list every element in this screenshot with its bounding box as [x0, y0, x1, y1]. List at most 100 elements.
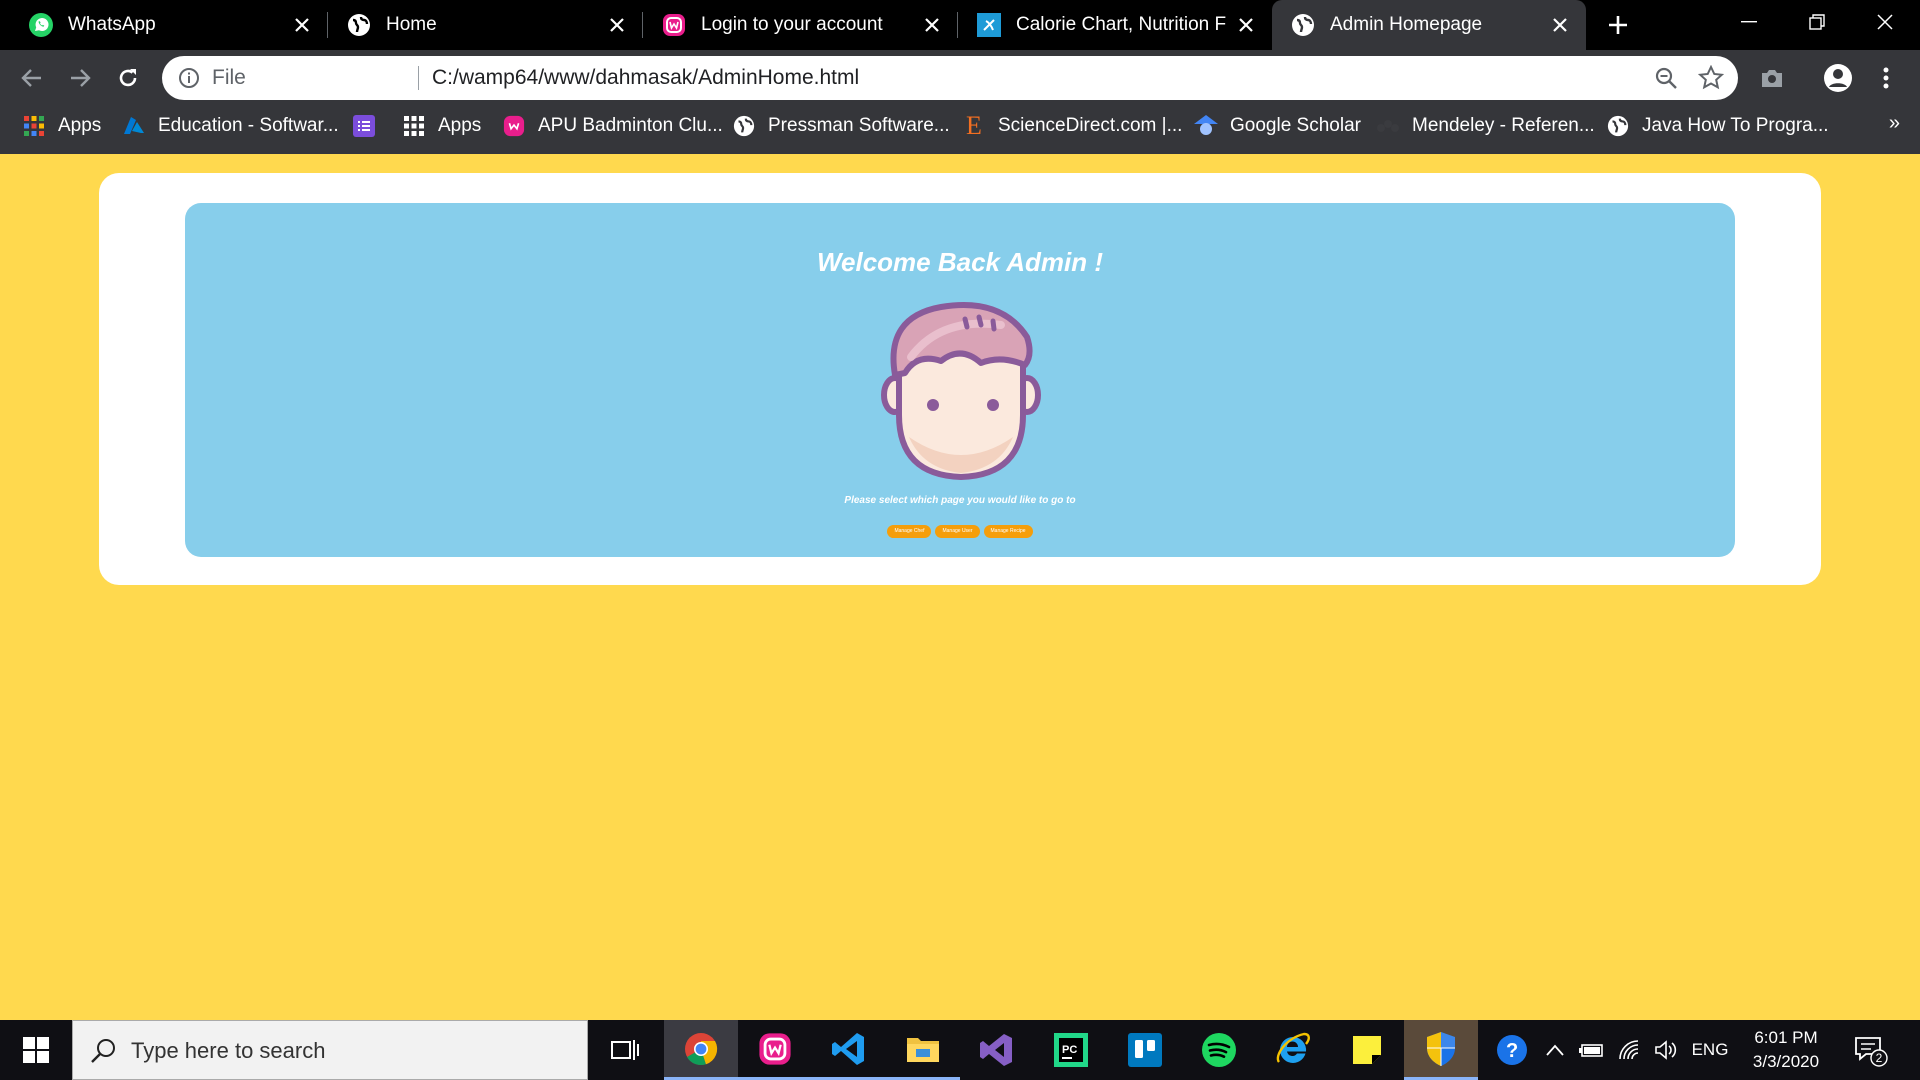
internet-explorer-icon — [1276, 1032, 1310, 1063]
help-tray-button[interactable]: ? — [1490, 1020, 1534, 1080]
clock-time: 6:01 PM — [1754, 1028, 1818, 1047]
azure-icon — [122, 114, 146, 138]
bookmark-google-scholar[interactable]: Google Scholar — [1194, 106, 1361, 146]
input-language[interactable]: ENG — [1686, 1020, 1734, 1080]
globe-icon — [732, 114, 756, 138]
zoom-icon[interactable] — [1654, 66, 1678, 90]
pycharm-icon: PC — [1054, 1033, 1088, 1067]
bookmark-java-how-to-program[interactable]: Java How To Progra... — [1606, 106, 1829, 146]
wifi-icon — [1619, 1040, 1639, 1060]
close-tab-icon[interactable] — [597, 5, 637, 45]
wampserver-icon — [502, 114, 526, 138]
new-tab-button[interactable] — [1598, 8, 1638, 42]
calorieking-icon — [976, 12, 1002, 38]
admin-actions: Manage Chef Manage User Manage Recipe — [185, 525, 1735, 538]
spotify-icon — [1202, 1033, 1236, 1067]
bookmark-mendeley[interactable]: Mendeley - Referen... — [1376, 106, 1595, 146]
manage-chef-button[interactable]: Manage Chef — [887, 525, 932, 538]
manage-recipe-button[interactable]: Manage Recipe — [983, 525, 1033, 538]
bookmark-apps[interactable]: Apps — [22, 106, 101, 146]
tab-title: Calorie Chart, Nutrition Fact — [1016, 14, 1226, 35]
taskbar-security-shield[interactable] — [1404, 1020, 1478, 1080]
taskbar-spotify[interactable] — [1182, 1020, 1256, 1080]
folder-icon — [907, 1037, 939, 1062]
task-view-button[interactable] — [588, 1020, 662, 1080]
battery-icon — [1579, 1044, 1603, 1057]
show-hidden-icons-button[interactable] — [1538, 1020, 1572, 1080]
search-icon — [91, 1039, 115, 1063]
battery-tray-button[interactable] — [1574, 1020, 1610, 1080]
close-tab-icon[interactable] — [1540, 5, 1580, 45]
address-bar[interactable]: File C:/wamp64/www/dahmasak/AdminHome.ht… — [162, 56, 1738, 100]
taskbar-pycharm[interactable]: PC — [1034, 1020, 1108, 1080]
sticky-notes-icon — [1353, 1036, 1381, 1064]
tab-whatsapp[interactable]: WhatsApp — [0, 0, 328, 50]
tab-admin-homepage[interactable]: Admin Homepage — [1272, 0, 1586, 50]
bookmark-label: Java How To Progra... — [1642, 115, 1829, 136]
manage-user-button[interactable]: Manage User — [935, 525, 980, 538]
windows-logo-icon — [23, 1037, 49, 1063]
vscode-icon — [832, 1032, 864, 1065]
taskbar-file-explorer[interactable] — [886, 1020, 960, 1080]
taskbar-sticky-notes[interactable] — [1330, 1020, 1404, 1080]
close-tab-icon[interactable] — [1226, 5, 1266, 45]
forward-button[interactable] — [60, 58, 100, 98]
close-tab-icon[interactable] — [912, 5, 952, 45]
address-separator — [418, 66, 419, 90]
minimize-icon — [1741, 21, 1757, 23]
tab-title: Admin Homepage — [1330, 14, 1483, 35]
more-vert-icon — [1883, 67, 1889, 89]
scheme-label: File — [212, 66, 246, 89]
taskbar-internet-explorer[interactable] — [1256, 1020, 1330, 1080]
visual-studio-icon — [980, 1034, 1012, 1066]
wifi-tray-button[interactable] — [1612, 1020, 1648, 1080]
reload-button[interactable] — [108, 58, 148, 98]
bookmark-star-icon[interactable] — [1698, 65, 1724, 91]
globe-icon — [346, 12, 372, 38]
speaker-icon — [1655, 1040, 1677, 1060]
info-icon[interactable] — [178, 67, 200, 89]
taskbar-visual-studio[interactable] — [960, 1020, 1034, 1080]
bookmark-education-software[interactable]: Education - Softwar... — [122, 106, 339, 146]
taskbar-search[interactable]: Type here to search — [72, 1020, 588, 1080]
account-icon — [1824, 64, 1852, 92]
bookmark-label: APU Badminton Clu... — [538, 115, 723, 136]
browser-menu-button[interactable] — [1868, 60, 1904, 96]
close-window-button[interactable] — [1850, 0, 1920, 44]
taskbar-clock[interactable]: 6:01 PM 3/3/2020 — [1736, 1026, 1836, 1074]
globe-icon — [1606, 114, 1630, 138]
screenshot-extension-button[interactable] — [1754, 60, 1790, 96]
back-button[interactable] — [12, 58, 52, 98]
bookmark-apu-badminton[interactable]: APU Badminton Clu... — [502, 106, 723, 146]
bookmark-pressman[interactable]: Pressman Software... — [732, 106, 950, 146]
bookmark-list[interactable] — [352, 106, 388, 146]
apps-grid-icon — [402, 114, 426, 138]
reload-icon — [119, 69, 137, 87]
shield-icon — [1427, 1031, 1455, 1066]
taskbar-chrome[interactable] — [664, 1020, 738, 1080]
action-center-button[interactable]: 2 — [1850, 1030, 1890, 1070]
restore-window-button[interactable] — [1782, 0, 1852, 44]
url-text[interactable]: C:/wamp64/www/dahmasak/AdminHome.html — [432, 56, 859, 100]
volume-tray-button[interactable] — [1648, 1020, 1684, 1080]
start-button[interactable] — [0, 1020, 72, 1080]
more-bookmarks-button[interactable]: » — [1889, 112, 1900, 135]
globe-icon — [1290, 12, 1316, 38]
bookmark-apps-2[interactable]: Apps — [402, 106, 481, 146]
navigation-prompt: Please select which page you would like … — [844, 495, 1076, 506]
svg-text:?: ? — [1506, 1040, 1518, 1062]
bookmark-label: Apps — [58, 115, 102, 136]
minimize-window-button[interactable] — [1714, 0, 1784, 44]
tab-login[interactable]: Login to your account — [643, 0, 958, 50]
plus-icon — [1609, 16, 1627, 34]
close-tab-icon[interactable] — [282, 5, 322, 45]
taskbar-wampserver[interactable] — [738, 1020, 812, 1080]
wampserver-icon — [661, 12, 687, 38]
taskbar-trello[interactable] — [1108, 1020, 1182, 1080]
tab-calorie-chart[interactable]: Calorie Chart, Nutrition Fact — [958, 0, 1272, 50]
bookmark-sciencedirect[interactable]: E ScienceDirect.com |... — [962, 106, 1182, 146]
taskbar-vscode[interactable] — [812, 1020, 886, 1080]
profile-button[interactable] — [1820, 60, 1856, 96]
chrome-icon — [685, 1032, 718, 1065]
tab-home[interactable]: Home — [328, 0, 643, 50]
